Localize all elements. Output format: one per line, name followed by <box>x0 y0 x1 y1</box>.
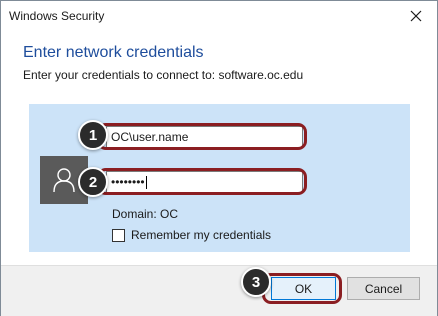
domain-label: Domain: OC <box>112 207 179 221</box>
step-2-label: 2 <box>88 173 98 191</box>
remember-checkbox[interactable] <box>112 229 125 242</box>
step-1-badge: 1 <box>78 120 108 150</box>
dialog-subheading: Enter your credentials to connect to: so… <box>23 68 304 82</box>
username-highlight <box>97 123 307 150</box>
step-3-label: 3 <box>251 273 261 291</box>
dialog-heading: Enter network credentials <box>23 44 204 61</box>
password-highlight <box>97 168 307 195</box>
title-bar: Windows Security <box>1 1 437 31</box>
ok-highlight <box>262 273 342 304</box>
step-1-label: 1 <box>88 126 98 144</box>
step-3-badge: 3 <box>241 267 271 297</box>
step-2-badge: 2 <box>78 167 108 197</box>
close-icon[interactable] <box>407 7 425 25</box>
window-title: Windows Security <box>9 9 105 23</box>
cancel-button[interactable]: Cancel <box>347 277 420 300</box>
remember-label[interactable]: Remember my credentials <box>131 228 271 242</box>
cancel-button-label: Cancel <box>364 281 403 296</box>
